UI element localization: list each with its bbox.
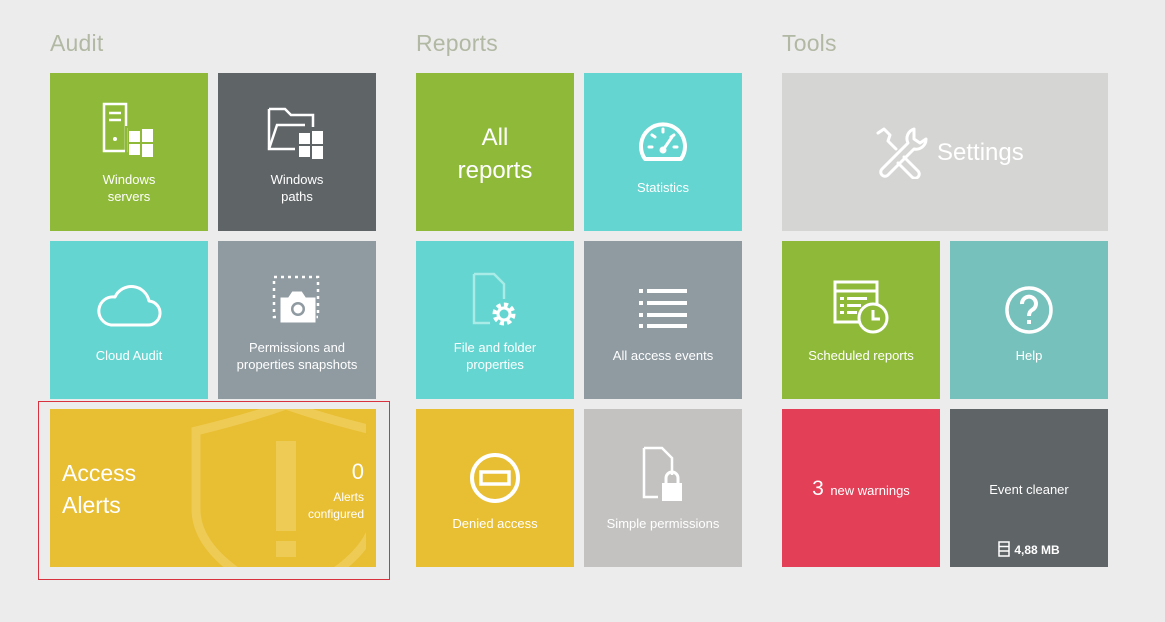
tile-label: Statistics: [636, 180, 689, 195]
tile-windows-paths[interactable]: Windows paths: [218, 73, 376, 231]
tile-statistics[interactable]: Statistics: [584, 73, 742, 231]
warnings-text: 3 new warnings: [782, 477, 940, 501]
tile-label: Simple permissions: [606, 516, 720, 531]
denied-icon: [470, 453, 520, 503]
database-size-value: 4,88 MB: [1014, 543, 1060, 557]
scheduled-clock-icon: [833, 280, 889, 334]
file-lock-icon: [642, 446, 682, 501]
tile-file-folder-properties[interactable]: File and folder properties: [416, 241, 574, 399]
section-title-audit: Audit: [50, 30, 104, 56]
tile-scheduled-reports[interactable]: Scheduled reports: [782, 241, 940, 399]
database-size: 4,88 MB: [950, 541, 1108, 557]
warnings-label: new warnings: [830, 483, 910, 498]
access-alerts-title: Access Alerts: [62, 460, 137, 518]
tile-event-cleaner[interactable]: Event cleaner 4,88 MB: [950, 409, 1108, 567]
tile-all-reports[interactable]: All reports: [416, 73, 574, 231]
windows-server-icon: [102, 102, 157, 161]
tile-label: All access events: [612, 348, 714, 363]
tile-label: Permissions and properties snapshots: [236, 340, 358, 372]
cloud-icon: [97, 285, 162, 327]
tile-label: Help: [1015, 348, 1043, 363]
tile-label: Denied access: [452, 516, 538, 531]
alerts-caption: Alerts configured: [307, 490, 364, 521]
tile-label: Cloud Audit: [95, 348, 163, 363]
section-title-tools: Tools: [782, 30, 837, 56]
database-icon: [998, 541, 1011, 557]
camera-snapshot-icon: [272, 275, 320, 324]
speedometer-icon: [639, 122, 687, 161]
windows-folder-icon: [267, 107, 323, 159]
tile-access-alerts[interactable]: Access Alerts 0 Alerts configured: [50, 409, 376, 567]
tile-cloud-audit[interactable]: Cloud Audit: [50, 241, 208, 399]
tile-simple-permissions[interactable]: Simple permissions: [584, 409, 742, 567]
tile-label: File and folder properties: [453, 340, 537, 372]
shield-warning-icon: [191, 409, 366, 567]
tile-label: Windows servers: [102, 172, 156, 204]
tile-denied-access[interactable]: Denied access: [416, 409, 574, 567]
settings-label: Settings: [937, 139, 1024, 166]
tile-help[interactable]: Help: [950, 241, 1108, 399]
tile-windows-servers[interactable]: Windows servers: [50, 73, 208, 231]
help-icon: [1005, 286, 1053, 334]
section-title-reports: Reports: [416, 30, 498, 56]
tile-label: Windows paths: [270, 172, 324, 204]
tile-label: All reports: [457, 124, 533, 184]
list-icon: [639, 289, 687, 328]
tile-permissions-snapshots[interactable]: Permissions and properties snapshots: [218, 241, 376, 399]
tile-label: Event cleaner: [989, 482, 1069, 497]
tools-icon: [876, 127, 928, 179]
tile-label: Scheduled reports: [808, 348, 914, 363]
tile-all-access-events[interactable]: All access events: [584, 241, 742, 399]
warnings-count: 3: [812, 477, 824, 500]
tile-settings[interactable]: Settings: [782, 73, 1108, 231]
alerts-count: 0: [351, 459, 364, 484]
tile-warnings[interactable]: 3 new warnings: [782, 409, 940, 567]
file-settings-icon: [472, 272, 516, 326]
